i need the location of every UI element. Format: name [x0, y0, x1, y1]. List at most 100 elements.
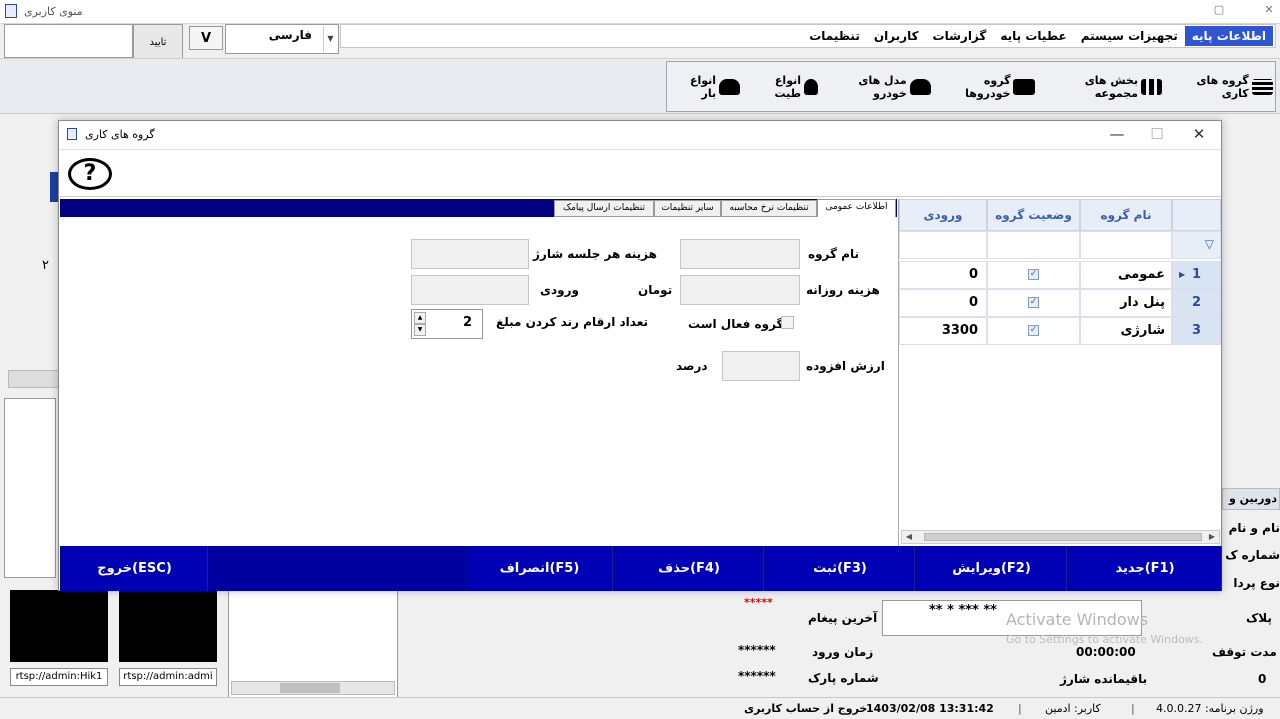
toolbar-vehicle-models[interactable]: مدل های خودرو: [824, 74, 932, 100]
column-header-status[interactable]: وضعیت گروه: [987, 199, 1080, 231]
menu-base-operations[interactable]: عطیات پایه: [993, 26, 1073, 46]
filter-icon[interactable]: ▽: [1172, 231, 1221, 259]
window-close-icon[interactable]: ✕: [1262, 3, 1276, 17]
cancel-button[interactable]: انصراف(F5): [465, 546, 613, 591]
status-cell-1[interactable]: ✓: [987, 261, 1080, 289]
charge-session-cost-label: هزینه هر جلسه شارژ: [533, 247, 657, 261]
group-active-label: گروه فعال است: [688, 317, 784, 331]
column-header-entry[interactable]: ورودی: [899, 199, 987, 231]
group-name-label: نام گروه: [808, 247, 859, 261]
group-name-input[interactable]: [680, 239, 800, 269]
toolbar-sections[interactable]: بخش های مجموعه: [1041, 74, 1163, 100]
menu-settings[interactable]: تنظیمات: [802, 26, 867, 46]
table-row[interactable]: شارژی: [1080, 317, 1172, 345]
status-datetime: 1403/02/08 13:31:42: [866, 702, 994, 715]
chevron-down-icon[interactable]: ▼: [323, 26, 337, 52]
park-number-value: ******: [738, 669, 776, 683]
plate-value: ** * *** **: [929, 603, 997, 618]
filter-entry-input[interactable]: [899, 231, 987, 259]
maximize-icon[interactable]: ☐: [1147, 125, 1167, 143]
park-number-label: شماره پارک: [808, 671, 879, 685]
menu-system-devices[interactable]: تجهیزات سیستم: [1074, 26, 1185, 46]
status-version: ورژن برنامه: 4.0.0.27: [1156, 702, 1264, 715]
menu-reports[interactable]: گزارشات: [926, 26, 994, 46]
status-cell-3[interactable]: ✓: [987, 317, 1080, 345]
edit-button[interactable]: ویرایش(F2): [915, 546, 1067, 591]
status-bar: ورژن برنامه: 4.0.0.27 | کاربر: ادمین | 1…: [0, 697, 1280, 719]
status-cell-2[interactable]: ✓: [987, 289, 1080, 317]
daily-cost-label: هزینه روزانه: [806, 283, 880, 297]
status-separator: |: [1131, 702, 1135, 715]
camera-view-2: [119, 590, 217, 662]
tab-rate-settings[interactable]: تنظیمات نرخ محاسبه: [721, 200, 817, 217]
percent-label: درصد: [676, 359, 708, 373]
table-row[interactable]: پنل دار: [1080, 289, 1172, 317]
new-button[interactable]: جدید(F1): [1067, 546, 1222, 591]
filter-name-input[interactable]: [1080, 231, 1172, 259]
scroll-left-icon[interactable]: ◀: [902, 531, 916, 543]
car-icon: [909, 78, 932, 95]
camera-view-1: [10, 590, 108, 662]
entry-cell-1[interactable]: 0: [899, 261, 987, 289]
minimize-icon[interactable]: —: [1107, 125, 1127, 143]
toolbar-load-types[interactable]: انواع بار: [673, 74, 741, 100]
language-select[interactable]: فارسی ▼: [225, 24, 339, 54]
rounding-digits-label: تعداد ارقام رند کردن مبلغ: [496, 315, 648, 329]
right-label-2: شماره ک: [1226, 548, 1280, 562]
checkbox-checked[interactable]: ✓: [1028, 325, 1039, 336]
truck-icon: [719, 78, 741, 95]
charge-session-cost-input[interactable]: [411, 239, 529, 269]
list-scrollbar[interactable]: [231, 681, 395, 695]
background-list[interactable]: [228, 590, 398, 698]
tab-general-info[interactable]: اطلاعات عمومی: [817, 199, 896, 218]
save-button[interactable]: ثبت(F3): [764, 546, 915, 591]
right-label-1: نام و نام: [1228, 521, 1280, 535]
entry-input[interactable]: [411, 275, 529, 305]
v-button[interactable]: V: [189, 26, 223, 50]
toolbar-person-types[interactable]: انواع طیت: [746, 73, 818, 100]
menu-basic-info[interactable]: اطلاعات پایه: [1184, 26, 1273, 46]
scroll-thumb[interactable]: [280, 683, 340, 693]
delete-button[interactable]: حذف(F4): [613, 546, 764, 591]
confirm-button[interactable]: تایید: [133, 24, 183, 60]
background-text: ۲: [42, 258, 49, 273]
toolbar-vehicle-groups[interactable]: گروه خودروها: [937, 74, 1035, 100]
group-active-checkbox[interactable]: [781, 316, 794, 329]
scroll-thumb[interactable]: [924, 533, 1202, 541]
checkbox-checked[interactable]: ✓: [1028, 269, 1039, 280]
entry-cell-3[interactable]: 3300: [899, 317, 987, 345]
row-header-2[interactable]: 2: [1172, 289, 1221, 317]
help-button[interactable]: ?: [68, 158, 112, 190]
vat-input[interactable]: [722, 351, 800, 381]
stop-duration-label: مدت توقف: [1212, 645, 1277, 659]
toolbar-label: انواع طیت: [774, 73, 802, 100]
window-restore-icon[interactable]: ▢: [1212, 3, 1226, 17]
scroll-right-icon[interactable]: ▶: [1205, 531, 1219, 543]
help-area: ?: [60, 149, 1221, 197]
row-header-1[interactable]: ▶ 1: [1172, 261, 1221, 289]
exit-button[interactable]: خروج(ESC): [60, 546, 208, 591]
logout-link[interactable]: خروج از حساب کاربری: [744, 702, 867, 715]
toolbar-work-groups[interactable]: گروه های کاری: [1168, 74, 1273, 100]
grid-horizontal-scrollbar[interactable]: ◀ ▶: [901, 530, 1220, 544]
camera-url-2[interactable]: rtsp://admin:admi: [119, 668, 217, 686]
checkbox-checked[interactable]: ✓: [1028, 297, 1039, 308]
tab-sms-settings[interactable]: تنظیمات ارسال پیامک: [554, 200, 654, 217]
stepper-down-icon[interactable]: ▼: [414, 324, 426, 336]
column-header-name[interactable]: نام گروه: [1080, 199, 1172, 231]
camera-url-1[interactable]: rtsp://admin:Hik1: [10, 668, 108, 686]
activation-watermark-title: Activate Windows: [1006, 610, 1149, 629]
entry-cell-2[interactable]: 0: [899, 289, 987, 317]
daily-cost-input[interactable]: [680, 275, 800, 305]
stepper-up-icon[interactable]: ▲: [414, 312, 426, 324]
entry-time-value: ******: [738, 643, 776, 657]
toolbar-area: گروه های کاری بخش های مجموعه گروه خودروه…: [0, 58, 1280, 114]
user-input[interactable]: [4, 24, 133, 58]
filter-status-input[interactable]: [987, 231, 1080, 259]
menu-users[interactable]: کاربران: [867, 26, 926, 46]
rounding-digits-stepper[interactable]: 2 ▲ ▼: [411, 309, 483, 339]
row-header-3[interactable]: 3: [1172, 317, 1221, 345]
table-row[interactable]: عمومی: [1080, 261, 1172, 289]
tab-other-settings[interactable]: سایر تنظیمات: [654, 200, 721, 217]
close-icon[interactable]: ✕: [1189, 125, 1209, 143]
